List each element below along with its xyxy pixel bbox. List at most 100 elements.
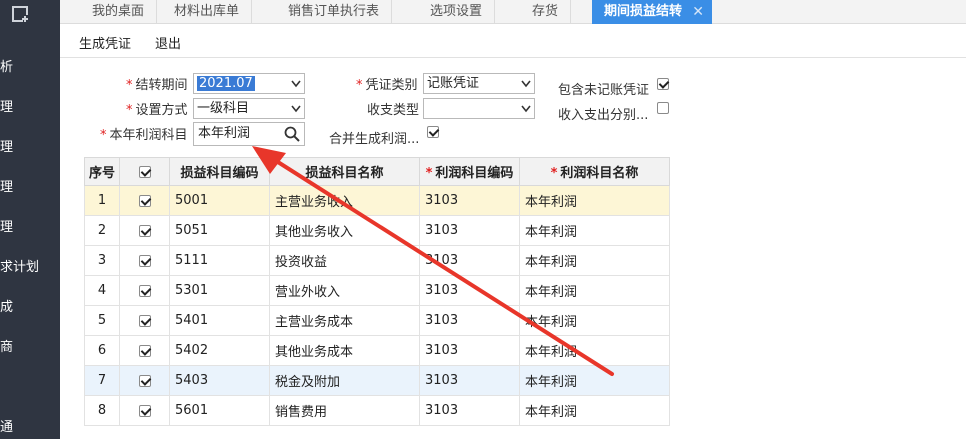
table-row[interactable]: 5 5401 主营业务成本 3103 本年利润 [84, 305, 670, 336]
cell-pl-code[interactable]: 5601 [169, 395, 270, 426]
cell-profit-code[interactable]: 3103 [419, 275, 520, 306]
sidebar-item-9[interactable]: 通 [0, 416, 60, 435]
cell-select[interactable] [119, 245, 170, 276]
sidebar-item-3[interactable]: 理 [0, 136, 60, 155]
sidebar-item-1[interactable]: 析 [0, 56, 60, 75]
sidebar-item-4[interactable]: 理 [0, 176, 60, 195]
income-type-label: 收支类型 [367, 103, 420, 118]
method-select[interactable]: 一级科目 [193, 98, 305, 119]
cell-index[interactable]: 6 [84, 335, 120, 366]
sidebar-item-5[interactable]: 理 [0, 216, 60, 235]
income-type-select[interactable] [423, 98, 535, 119]
row-checkbox[interactable] [138, 404, 151, 417]
cell-profit-name[interactable]: 本年利润 [519, 395, 670, 426]
table-row[interactable]: 3 5111 投资收益 3103 本年利润 [84, 245, 670, 276]
sidebar-item-2[interactable]: 理 [0, 96, 60, 115]
cell-profit-code[interactable]: 3103 [419, 305, 520, 336]
cell-profit-name[interactable]: 本年利润 [519, 335, 670, 366]
cell-select[interactable] [119, 305, 170, 336]
row-checkbox[interactable] [138, 194, 151, 207]
cell-profit-code[interactable]: 3103 [419, 215, 520, 246]
cell-pl-code[interactable]: 5301 [169, 275, 270, 306]
tab-sales-order-report[interactable]: 销售订单执行表 [276, 0, 393, 24]
table-row[interactable]: 1 5001 主营业务收入 3103 本年利润 [84, 185, 670, 216]
col-header-profit-code[interactable]: * 利润科目编码 [419, 157, 520, 186]
app-logo-icon[interactable] [12, 6, 32, 24]
sidebar-item-6[interactable]: 求计划 [0, 256, 60, 275]
table-row[interactable]: 7 5403 税金及附加 3103 本年利润 [84, 365, 670, 396]
cell-pl-name[interactable]: 税金及附加 [269, 365, 420, 396]
cell-profit-code[interactable]: 3103 [419, 365, 520, 396]
row-checkbox[interactable] [138, 284, 151, 297]
include-unposted-checkbox[interactable] [657, 78, 669, 90]
cell-pl-name[interactable]: 销售费用 [269, 395, 420, 426]
cell-select[interactable] [119, 395, 170, 426]
generate-voucher-button[interactable]: 生成凭证 [79, 33, 131, 52]
cell-pl-code[interactable]: 5402 [169, 335, 270, 366]
cell-index[interactable]: 1 [84, 185, 120, 216]
tab-desktop[interactable]: 我的桌面 [80, 0, 158, 24]
tab-material-outbound[interactable]: 材料出库单 [162, 0, 253, 24]
row-checkbox[interactable] [138, 344, 151, 357]
cell-index[interactable]: 4 [84, 275, 120, 306]
cell-pl-name[interactable]: 其他业务成本 [269, 335, 420, 366]
cell-pl-code[interactable]: 5051 [169, 215, 270, 246]
sidebar-item-8[interactable]: 商 [0, 336, 60, 355]
select-all-checkbox[interactable] [138, 165, 151, 178]
cell-profit-code[interactable]: 3103 [419, 185, 520, 216]
cell-profit-name[interactable]: 本年利润 [519, 215, 670, 246]
cell-profit-name[interactable]: 本年利润 [519, 275, 670, 306]
col-header-profit-name[interactable]: * 利润科目名称 [519, 157, 670, 186]
cell-index[interactable]: 5 [84, 305, 120, 336]
cell-index[interactable]: 7 [84, 365, 120, 396]
table-row[interactable]: 6 5402 其他业务成本 3103 本年利润 [84, 335, 670, 366]
income-split-checkbox[interactable] [657, 102, 669, 114]
cell-select[interactable] [119, 185, 170, 216]
row-checkbox[interactable] [138, 374, 151, 387]
row-checkbox[interactable] [138, 224, 151, 237]
table-row[interactable]: 2 5051 其他业务收入 3103 本年利润 [84, 215, 670, 246]
tab-inventory[interactable]: 存货 [520, 0, 572, 24]
cell-pl-code[interactable]: 5001 [169, 185, 270, 216]
merge-profit-checkbox[interactable] [427, 126, 439, 138]
cell-profit-code[interactable]: 3103 [419, 395, 520, 426]
cell-pl-name[interactable]: 主营业务收入 [269, 185, 420, 216]
cell-profit-name[interactable]: 本年利润 [519, 245, 670, 276]
cell-select[interactable] [119, 335, 170, 366]
row-checkbox[interactable] [138, 314, 151, 327]
cell-select[interactable] [119, 275, 170, 306]
cell-select[interactable] [119, 215, 170, 246]
profit-account-input[interactable]: 本年利润 [193, 122, 305, 146]
cell-select[interactable] [119, 365, 170, 396]
close-icon[interactable]: ✕ [692, 0, 704, 24]
cell-pl-code[interactable]: 5111 [169, 245, 270, 276]
cell-profit-name[interactable]: 本年利润 [519, 185, 670, 216]
tab-period-pl-carryover[interactable]: 期间损益结转 ✕ [592, 0, 713, 24]
sidebar-item-7[interactable]: 成 [0, 296, 60, 315]
col-header-pl-code[interactable]: 损益科目编码 [169, 157, 270, 186]
cell-profit-name[interactable]: 本年利润 [519, 305, 670, 336]
table-row[interactable]: 8 5601 销售费用 3103 本年利润 [84, 395, 670, 426]
row-checkbox[interactable] [138, 254, 151, 267]
cell-pl-name[interactable]: 营业外收入 [269, 275, 420, 306]
cell-pl-name[interactable]: 主营业务成本 [269, 305, 420, 336]
period-select[interactable]: 2021.07 [193, 73, 305, 94]
table-row[interactable]: 4 5301 营业外收入 3103 本年利润 [84, 275, 670, 306]
cell-pl-name[interactable]: 投资收益 [269, 245, 420, 276]
cell-profit-name[interactable]: 本年利润 [519, 365, 670, 396]
cell-pl-name[interactable]: 其他业务收入 [269, 215, 420, 246]
cell-index[interactable]: 3 [84, 245, 120, 276]
col-header-pl-name[interactable]: 损益科目名称 [269, 157, 420, 186]
cell-pl-code[interactable]: 5401 [169, 305, 270, 336]
tab-options[interactable]: 选项设置 [418, 0, 496, 24]
cell-index[interactable]: 8 [84, 395, 120, 426]
cell-index[interactable]: 2 [84, 215, 120, 246]
exit-button[interactable]: 退出 [155, 33, 181, 52]
carryover-table: 序号 损益科目编码 损益科目名称 * 利润科目编码 * 利润科目名称 1 5001 主营… [84, 157, 670, 426]
cell-pl-code[interactable]: 5403 [169, 365, 270, 396]
cell-profit-code[interactable]: 3103 [419, 335, 520, 366]
col-header-select[interactable] [119, 157, 170, 186]
search-icon[interactable] [284, 126, 300, 142]
cell-profit-code[interactable]: 3103 [419, 245, 520, 276]
voucher-type-select[interactable]: 记账凭证 [423, 73, 535, 94]
